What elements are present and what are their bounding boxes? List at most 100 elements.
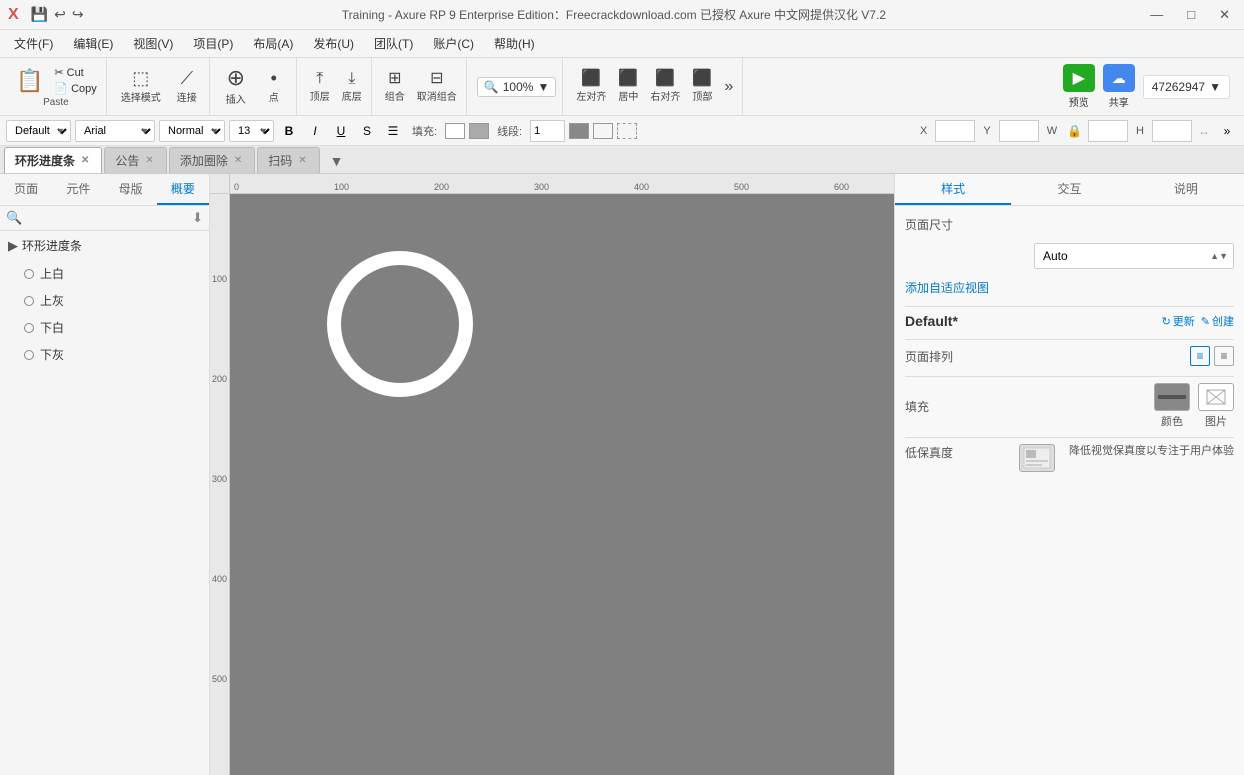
canvas[interactable]	[230, 194, 894, 775]
title-text: Training - Axure RP 9 Enterprise Edition…	[84, 6, 1145, 23]
redo-icon[interactable]: ↪	[72, 6, 84, 23]
align-left-button[interactable]: ⬛ 左对齐	[571, 68, 611, 106]
minimize-button[interactable]: —	[1144, 5, 1169, 24]
ring-progress-shape[interactable]	[320, 244, 480, 404]
size-select[interactable]: 13	[229, 120, 274, 142]
menu-item-账户(C)[interactable]: 账户(C)	[423, 31, 484, 56]
filter-icon[interactable]: ⬇	[192, 210, 203, 226]
sidebar-tab-pages[interactable]: 页面	[0, 174, 52, 205]
fill-color-button[interactable]	[1154, 383, 1190, 411]
tab-scan[interactable]: 扫码 ✕	[257, 147, 319, 173]
sidebar-tab-outline[interactable]: 概要	[157, 174, 209, 205]
zoom-input[interactable]: 🔍 100% ▼	[477, 77, 557, 97]
menu-item-文件(F)[interactable]: 文件(F)	[4, 31, 63, 56]
clipboard-section: 📋 ✂ Cut 📄 Copy Paste	[6, 58, 107, 115]
more-format-button[interactable]: »	[1216, 120, 1238, 142]
tab-ring-progress[interactable]: 环形进度条 ✕	[4, 147, 102, 173]
menu-item-布局(A)[interactable]: 布局(A)	[243, 31, 303, 56]
add-adaptive-view-link[interactable]: 添加自适应视图	[905, 279, 989, 296]
page-group-header[interactable]: ▶ 环形进度条	[0, 231, 209, 260]
w-input[interactable]	[1088, 120, 1128, 142]
tab-close-1[interactable]: ✕	[143, 155, 155, 166]
tab-close-0[interactable]: ✕	[79, 155, 91, 166]
point-button[interactable]: • 点	[256, 65, 292, 108]
list-button[interactable]: ☰	[382, 120, 404, 142]
fill-color2[interactable]	[469, 123, 489, 139]
right-tab-notes[interactable]: 说明	[1128, 174, 1244, 205]
layout-icon-left[interactable]: ≡	[1190, 346, 1210, 366]
share-button[interactable]: ☁ 共享	[1103, 64, 1135, 109]
save-icon[interactable]: 💾	[31, 6, 48, 23]
group-button[interactable]: ⊞ 组合	[380, 68, 410, 106]
page-label: 下灰	[40, 346, 64, 363]
y-input[interactable]	[999, 120, 1039, 142]
maximize-button[interactable]: □	[1181, 5, 1201, 24]
menu-item-项目(P)[interactable]: 项目(P)	[183, 31, 243, 56]
bottom-layer-button[interactable]: ⤓ 底层	[337, 68, 367, 106]
stroke-color[interactable]	[569, 123, 589, 139]
page-item-top-white[interactable]: 上白	[0, 260, 209, 287]
cut-button[interactable]: ✂ Cut	[51, 65, 99, 80]
stroke-style2[interactable]	[617, 123, 637, 139]
menu-item-团队(T)[interactable]: 团队(T)	[364, 31, 423, 56]
sidebar-tab-masters[interactable]: 母版	[105, 174, 157, 205]
search-input[interactable]	[26, 211, 188, 225]
main-area: 页面 元件 母版 概要 🔍 ⬇ ▶ 环形进度条 上白 上灰 下白 下灰	[0, 174, 1244, 775]
right-sidebar: 样式 交互 说明 页面尺寸 Auto ▲▼ 添加自适应视	[894, 174, 1244, 775]
tab-announcement[interactable]: 公告 ✕	[104, 147, 166, 173]
weight-select[interactable]: Normal	[159, 120, 225, 142]
right-tab-interact[interactable]: 交互	[1011, 174, 1127, 205]
bold-button[interactable]: B	[278, 120, 300, 142]
layout-icon-center[interactable]: ≡	[1214, 346, 1234, 366]
align-center-button[interactable]: ⬛ 居中	[613, 68, 643, 106]
page-item-bottom-white[interactable]: 下白	[0, 314, 209, 341]
menu-item-帮助(H)[interactable]: 帮助(H)	[484, 31, 545, 56]
ungroup-button[interactable]: ⊟ 取消组合	[412, 68, 462, 106]
menu-item-发布(U)[interactable]: 发布(U)	[303, 31, 364, 56]
stroke-style1[interactable]	[593, 123, 613, 139]
format-toolbar: Default Arial Normal 13 B I U S ☰ 填充: 线段…	[0, 116, 1244, 146]
tab-close-3[interactable]: ✕	[296, 155, 308, 166]
page-size-select[interactable]: Auto	[1034, 243, 1234, 269]
underline-button[interactable]: U	[330, 120, 352, 142]
top-layer-button[interactable]: ⤒ 顶层	[305, 68, 335, 106]
more-align-button[interactable]: »	[719, 76, 738, 98]
fill-color1[interactable]	[445, 123, 465, 139]
connect-button[interactable]: ⟋ 连接	[169, 65, 205, 108]
right-panel-content: 页面尺寸 Auto ▲▼ 添加自适应视图 Default*	[895, 206, 1244, 775]
menu-item-视图(V)[interactable]: 视图(V)	[123, 31, 183, 56]
style-select[interactable]: Default	[6, 120, 71, 142]
page-item-top-gray[interactable]: 上灰	[0, 287, 209, 314]
select-mode-button[interactable]: ⬚ 选择模式	[115, 65, 167, 108]
right-tab-style[interactable]: 样式	[895, 174, 1011, 205]
sidebar-tab-components[interactable]: 元件	[52, 174, 104, 205]
tab-close-2[interactable]: ✕	[232, 155, 244, 166]
strikethrough-button[interactable]: S	[356, 120, 378, 142]
copy-button[interactable]: 📄 Copy	[51, 81, 99, 96]
canvas-container[interactable]: 0 100 200 300 400 500 600 100 200 300 40…	[210, 174, 894, 775]
fill-image-button[interactable]	[1198, 383, 1234, 411]
preview-button[interactable]: ▶ 预览	[1063, 64, 1095, 109]
menu-item-编辑(E)[interactable]: 编辑(E)	[63, 31, 123, 56]
low-fidelity-row: 低保真度 降低视觉保真度以专注于用户体验	[905, 444, 1234, 472]
tab-more-button[interactable]: ▼	[326, 149, 348, 173]
close-button[interactable]: ✕	[1213, 5, 1236, 25]
align-right-button[interactable]: ⬛ 右对齐	[645, 68, 685, 106]
insert-button[interactable]: ⊕ 插入	[218, 63, 254, 110]
tab-add-circle[interactable]: 添加圈除 ✕	[169, 147, 255, 173]
align-top-button[interactable]: ⬛ 顶部	[687, 68, 717, 106]
x-input[interactable]	[935, 120, 975, 142]
page-item-bottom-gray[interactable]: 下灰	[0, 341, 209, 368]
h-input[interactable]	[1152, 120, 1192, 142]
font-select[interactable]: Arial	[75, 120, 155, 142]
stroke-input[interactable]	[530, 120, 565, 142]
undo-icon[interactable]: ↩	[54, 6, 66, 23]
fill-label: 填充	[905, 398, 929, 415]
fill-color-label: 颜色	[1161, 413, 1183, 429]
paste-button[interactable]: 📋	[12, 66, 47, 96]
account-badge[interactable]: 47262947 ▼	[1143, 75, 1230, 99]
page-size-row: 页面尺寸	[905, 216, 1234, 233]
update-button[interactable]: ↻ 更新	[1162, 313, 1195, 329]
italic-button[interactable]: I	[304, 120, 326, 142]
create-button[interactable]: ✎ 创建	[1201, 313, 1234, 329]
